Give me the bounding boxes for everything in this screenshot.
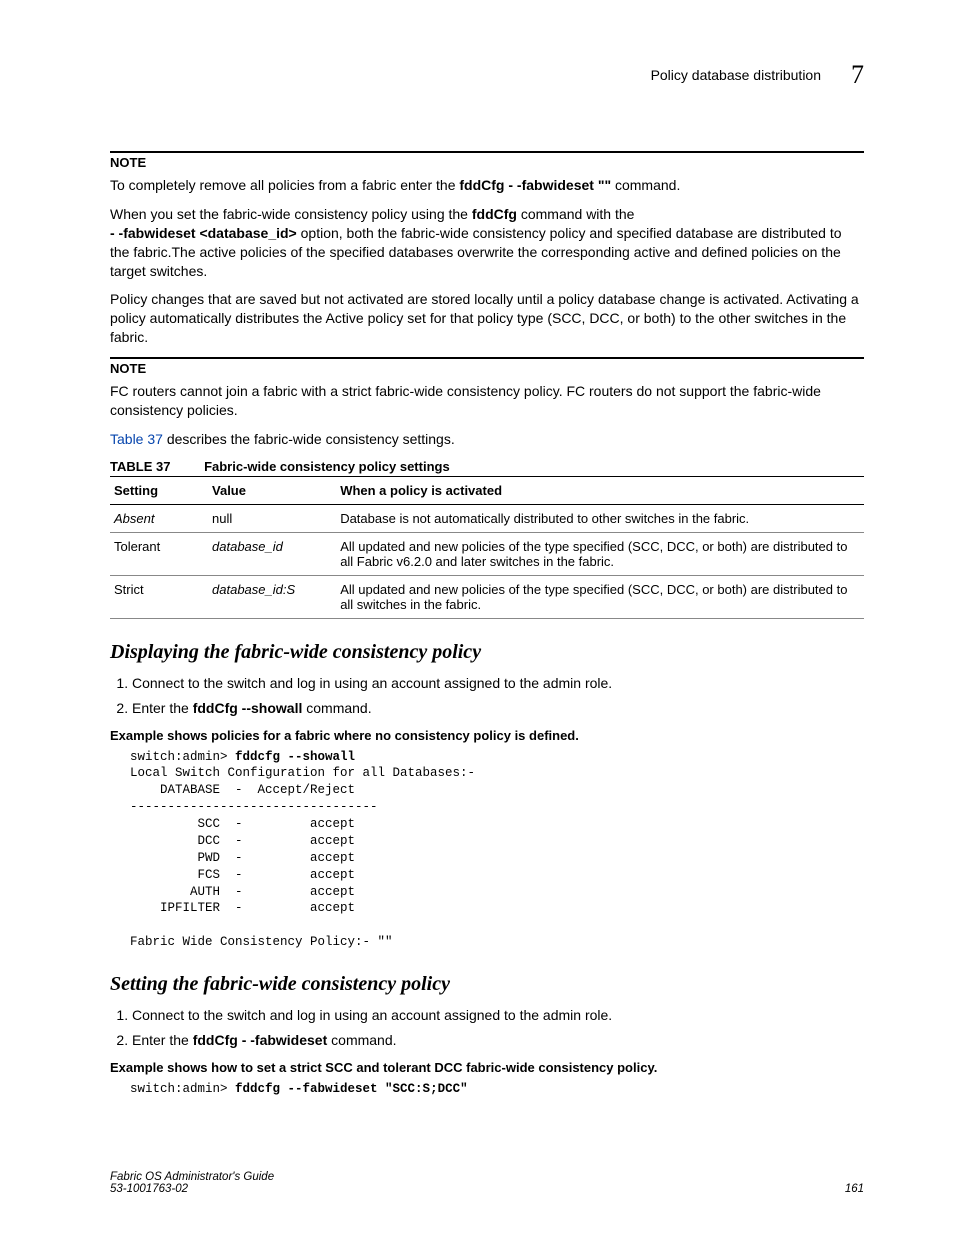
code-block: switch:admin> fddcfg --fabwideset "SCC:S… xyxy=(130,1081,864,1098)
chapter-number: 7 xyxy=(851,60,864,90)
example-label: Example shows policies for a fabric wher… xyxy=(110,728,864,743)
text: command. xyxy=(327,1032,396,1048)
table-header-row: Setting Value When a policy is activated xyxy=(110,476,864,504)
prompt: switch:admin> xyxy=(130,1082,235,1096)
cell: Absent xyxy=(110,504,208,532)
cell: Tolerant xyxy=(110,532,208,575)
cell: null xyxy=(208,504,336,532)
code-line: Fabric Wide Consistency Policy:- "" xyxy=(130,935,393,949)
prompt: switch:admin> xyxy=(130,750,235,764)
footer-docnum: 53-1001763-02 xyxy=(110,1183,274,1195)
list-item: Connect to the switch and log in using a… xyxy=(132,674,864,693)
text: command with the xyxy=(517,206,635,222)
text: Enter the xyxy=(132,1032,193,1048)
text: To completely remove all policies from a… xyxy=(110,177,459,193)
page-footer: Fabric OS Administrator's Guide 53-10017… xyxy=(110,1171,864,1195)
text: When you set the fabric-wide consistency… xyxy=(110,206,472,222)
text: command. xyxy=(611,177,680,193)
page-number: 161 xyxy=(845,1183,864,1195)
footer-title: Fabric OS Administrator's Guide xyxy=(110,1171,274,1183)
list-item: Enter the fddCfg --showall command. xyxy=(132,699,864,718)
table-row: Absent null Database is not automaticall… xyxy=(110,504,864,532)
ordered-list: Connect to the switch and log in using a… xyxy=(110,1006,864,1050)
code-line: --------------------------------- xyxy=(130,800,378,814)
note-label: NOTE xyxy=(110,155,864,170)
body-paragraph: When you set the fabric-wide consistency… xyxy=(110,205,864,281)
ordered-list: Connect to the switch and log in using a… xyxy=(110,674,864,718)
table-title: Fabric-wide consistency policy settings xyxy=(204,459,450,474)
header-section-title: Policy database distribution xyxy=(651,67,821,83)
table-number: TABLE 37 xyxy=(110,459,170,474)
option: - -fabwideset "" xyxy=(508,177,611,193)
body-paragraph: Policy changes that are saved but not ac… xyxy=(110,290,864,347)
list-item: Connect to the switch and log in using a… xyxy=(132,1006,864,1025)
rule xyxy=(110,357,864,359)
section-heading: Setting the fabric-wide consistency poli… xyxy=(110,973,864,996)
note-label: NOTE xyxy=(110,361,864,376)
table-row: Tolerant database_id All updated and new… xyxy=(110,532,864,575)
col-header: Setting xyxy=(110,476,208,504)
rule xyxy=(110,151,864,153)
cell: Database is not automatically distribute… xyxy=(336,504,864,532)
policy-table: Setting Value When a policy is activated… xyxy=(110,476,864,619)
text: describes the fabric-wide consistency se… xyxy=(163,431,455,447)
cell: All updated and new policies of the type… xyxy=(336,575,864,618)
text: command. xyxy=(302,700,371,716)
code-line: DATABASE - Accept/Reject xyxy=(130,783,355,797)
command: fddCfg xyxy=(472,206,517,222)
command: fddcfg --showall xyxy=(235,750,355,764)
table-row: Strict database_id:S All updated and new… xyxy=(110,575,864,618)
section-heading: Displaying the fabric-wide consistency p… xyxy=(110,641,864,664)
text: Enter the xyxy=(132,700,193,716)
code-line: IPFILTER - accept xyxy=(130,901,355,915)
table-link[interactable]: Table 37 xyxy=(110,431,163,447)
cell: All updated and new policies of the type… xyxy=(336,532,864,575)
code-line: SCC - accept xyxy=(130,817,355,831)
cell: Strict xyxy=(110,575,208,618)
table-caption: TABLE 37 Fabric-wide consistency policy … xyxy=(110,459,864,474)
code-block: switch:admin> fddcfg --showall Local Swi… xyxy=(130,749,864,952)
cell: database_id:S xyxy=(208,575,336,618)
command: fddCfg xyxy=(193,1032,238,1048)
code-line: AUTH - accept xyxy=(130,885,355,899)
example-label: Example shows how to set a strict SCC an… xyxy=(110,1060,864,1075)
option: - -fabwideset <database_id> xyxy=(110,225,297,241)
command: fddcfg --fabwideset "SCC:S;DCC" xyxy=(235,1082,468,1096)
command: fddCfg xyxy=(459,177,504,193)
body-paragraph: Table 37 describes the fabric-wide consi… xyxy=(110,430,864,449)
code-line: DCC - accept xyxy=(130,834,355,848)
cell: database_id xyxy=(208,532,336,575)
code-line: PWD - accept xyxy=(130,851,355,865)
col-header: Value xyxy=(208,476,336,504)
option: - -fabwideset xyxy=(242,1032,328,1048)
code-line: FCS - accept xyxy=(130,868,355,882)
page-header: Policy database distribution 7 xyxy=(110,60,864,90)
list-item: Enter the fddCfg - -fabwideset command. xyxy=(132,1031,864,1050)
col-header: When a policy is activated xyxy=(336,476,864,504)
command: fddCfg --showall xyxy=(193,700,303,716)
note-text: FC routers cannot join a fabric with a s… xyxy=(110,382,864,420)
code-line: Local Switch Configuration for all Datab… xyxy=(130,766,475,780)
note-text: To completely remove all policies from a… xyxy=(110,176,864,195)
